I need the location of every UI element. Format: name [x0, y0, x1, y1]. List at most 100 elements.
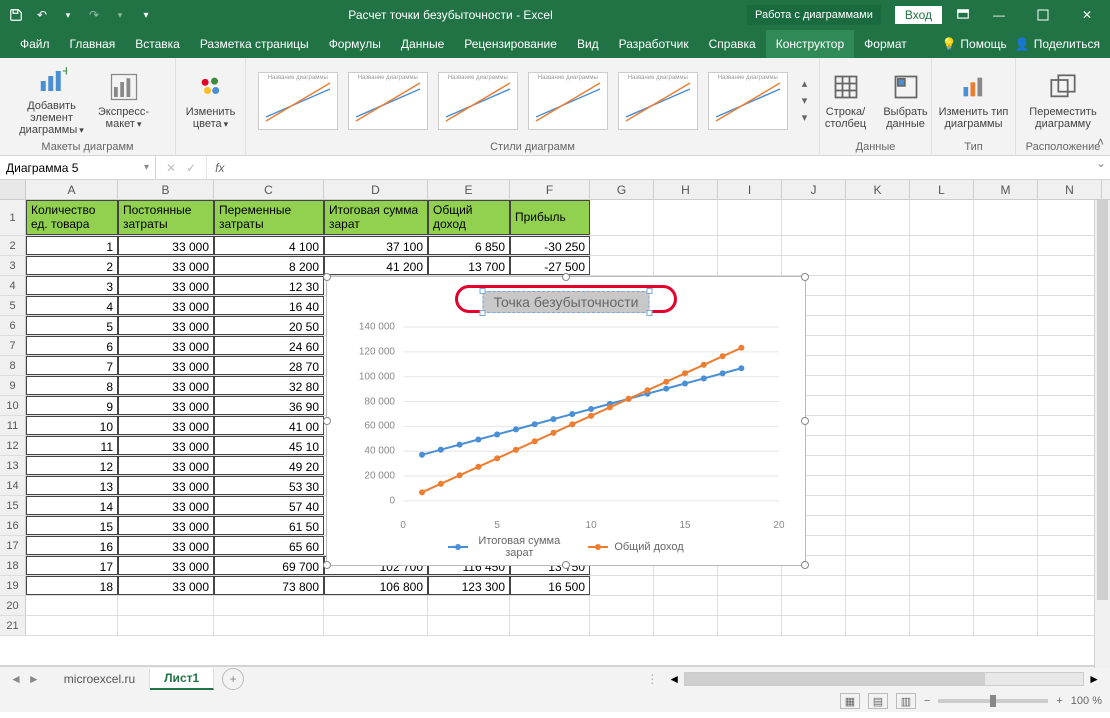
row-header[interactable]: 10 [0, 396, 26, 415]
cell[interactable] [1038, 436, 1102, 455]
column-header[interactable]: M [974, 180, 1038, 199]
table-header-cell[interactable]: Прибыль [510, 200, 590, 235]
cell[interactable]: 17 [26, 556, 118, 575]
cell[interactable]: 12 30 [214, 276, 324, 295]
cell[interactable]: 33 000 [118, 316, 214, 335]
cell[interactable] [910, 516, 974, 535]
cell[interactable]: 16 [26, 536, 118, 555]
ribbon-tab-главная[interactable]: Главная [60, 30, 126, 58]
scrollbar-thumb[interactable] [685, 673, 985, 685]
cell[interactable] [846, 456, 910, 475]
cell[interactable] [846, 256, 910, 275]
cell[interactable] [718, 576, 782, 595]
table-header-cell[interactable]: Общий доход [428, 200, 510, 235]
cell[interactable]: 33 000 [118, 336, 214, 355]
cell[interactable] [910, 416, 974, 435]
close-button[interactable]: ✕ [1072, 0, 1102, 30]
ribbon-display-icon[interactable] [956, 7, 970, 24]
cell[interactable] [718, 236, 782, 255]
minimize-button[interactable]: ― [984, 0, 1014, 30]
cell[interactable]: 24 60 [214, 336, 324, 355]
cell[interactable] [910, 616, 974, 635]
cell[interactable] [654, 576, 718, 595]
cell[interactable] [118, 616, 214, 635]
cell[interactable] [974, 200, 1038, 235]
cell[interactable] [590, 616, 654, 635]
style-gallery-more[interactable]: ▴▾▾ [798, 77, 808, 124]
cell[interactable] [1038, 336, 1102, 355]
cell[interactable]: 49 20 [214, 456, 324, 475]
cell[interactable] [974, 316, 1038, 335]
cell[interactable] [910, 336, 974, 355]
cell[interactable]: 9 [26, 396, 118, 415]
cell[interactable] [654, 256, 718, 275]
cell[interactable]: 33 000 [118, 356, 214, 375]
cell[interactable] [590, 576, 654, 595]
expand-formula-icon[interactable]: ⌄ [1092, 156, 1110, 179]
ribbon-tab-вид[interactable]: Вид [567, 30, 609, 58]
page-break-view-icon[interactable]: ▥ [896, 693, 916, 709]
resize-handle[interactable] [323, 273, 331, 281]
cell[interactable] [1038, 476, 1102, 495]
cell[interactable] [846, 296, 910, 315]
cell[interactable] [974, 516, 1038, 535]
cell[interactable]: 73 800 [214, 576, 324, 595]
column-header[interactable]: G [590, 180, 654, 199]
cell[interactable]: 12 [26, 456, 118, 475]
cell[interactable]: 37 100 [324, 236, 428, 255]
row-header[interactable]: 18 [0, 556, 26, 575]
cell[interactable] [510, 616, 590, 635]
cell[interactable] [974, 276, 1038, 295]
spreadsheet-grid[interactable]: ABCDEFGHIJKLMN 1Количество ед. товараПос… [0, 180, 1110, 666]
cell[interactable] [1038, 256, 1102, 275]
cell[interactable] [846, 536, 910, 555]
cell[interactable] [1038, 516, 1102, 535]
cell[interactable] [324, 616, 428, 635]
sheet-nav-next-icon[interactable]: ► [28, 672, 40, 686]
cell[interactable]: 4 100 [214, 236, 324, 255]
row-header[interactable]: 13 [0, 456, 26, 475]
cell[interactable] [26, 616, 118, 635]
cell[interactable]: 20 50 [214, 316, 324, 335]
cell[interactable]: 18 [26, 576, 118, 595]
column-header[interactable]: C [214, 180, 324, 199]
chart-style-thumb[interactable]: Название диаграммы [618, 72, 698, 130]
cell[interactable]: 33 000 [118, 256, 214, 275]
cell[interactable] [974, 456, 1038, 475]
row-header[interactable]: 14 [0, 476, 26, 495]
cell[interactable] [214, 596, 324, 615]
sheet-tab-active[interactable]: Лист1 [150, 668, 214, 690]
cell[interactable] [910, 236, 974, 255]
cell[interactable] [974, 256, 1038, 275]
cell[interactable]: 13 700 [428, 256, 510, 275]
cell[interactable]: 33 000 [118, 576, 214, 595]
cell[interactable] [1038, 616, 1102, 635]
cell[interactable] [428, 596, 510, 615]
cell[interactable] [846, 316, 910, 335]
cell[interactable]: 33 000 [118, 536, 214, 555]
embedded-chart[interactable]: Точка безубыточности 020 00040 00060 000… [326, 276, 806, 566]
zoom-level[interactable]: 100 % [1071, 695, 1102, 707]
row-header[interactable]: 11 [0, 416, 26, 435]
sheet-nav-prev-icon[interactable]: ◄ [10, 672, 22, 686]
row-header[interactable]: 5 [0, 296, 26, 315]
chart-style-thumb[interactable]: Название диаграммы [528, 72, 608, 130]
row-header[interactable]: 2 [0, 236, 26, 255]
cell[interactable]: 3 [26, 276, 118, 295]
cell[interactable] [910, 296, 974, 315]
cell[interactable] [910, 456, 974, 475]
cell[interactable]: 6 [26, 336, 118, 355]
cell[interactable] [1038, 316, 1102, 335]
chart-style-thumb[interactable]: Название диаграммы [258, 72, 338, 130]
formula-input[interactable] [232, 156, 1092, 179]
cell[interactable]: 41 200 [324, 256, 428, 275]
cell[interactable] [846, 200, 910, 235]
table-header-cell[interactable]: Итоговая сумма зарат [324, 200, 428, 235]
fx-icon[interactable]: fx [207, 156, 232, 179]
cell[interactable] [910, 476, 974, 495]
cell[interactable] [718, 256, 782, 275]
cell[interactable] [974, 576, 1038, 595]
normal-view-icon[interactable]: ▦ [840, 693, 860, 709]
cell[interactable]: 33 000 [118, 276, 214, 295]
name-box-input[interactable] [6, 161, 116, 175]
